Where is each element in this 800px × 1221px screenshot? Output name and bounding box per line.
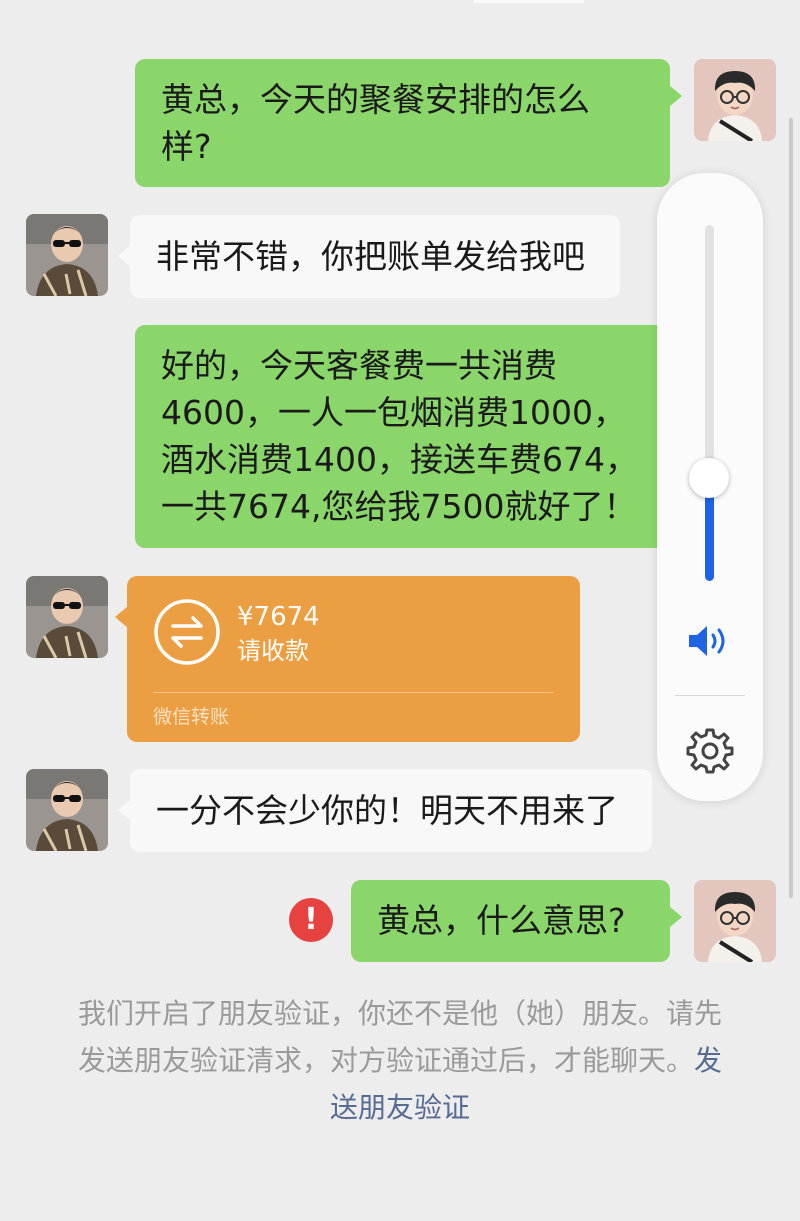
scrollbar[interactable] (789, 118, 793, 898)
friend-avatar[interactable] (26, 576, 108, 658)
system-message-text: 发送朋友验证清求，对方验证通过后，才能聊天。 (77, 1044, 694, 1077)
system-message: 我们开启了朋友验证，你还不是他（她）朋友。请先 发送朋友验证清求，对方验证通过后… (50, 990, 750, 1131)
volume-panel-divider (675, 695, 745, 696)
volume-slider[interactable] (705, 225, 714, 581)
message-bubble-received[interactable]: 非常不错，你把账单发给我吧 (118, 215, 620, 298)
self-avatar[interactable] (694, 59, 776, 141)
message-text-line: 样? (161, 127, 212, 166)
transfer-arrows-icon (153, 598, 221, 666)
transfer-footer: 微信转账 (153, 706, 230, 728)
message-text-line: 非常不错，你把账单发给我吧 (156, 237, 585, 276)
transfer-card[interactable]: ¥7674 请收款 微信转账 (115, 576, 580, 742)
volume-slider-thumb[interactable] (689, 458, 729, 498)
gear-icon[interactable] (686, 726, 734, 774)
transfer-divider (153, 692, 554, 693)
send-verification-link[interactable]: 送朋友验证 (50, 1084, 750, 1131)
transfer-amount: ¥7674 (237, 602, 320, 632)
friend-avatar[interactable] (26, 769, 108, 851)
message-bubble-sent[interactable]: 黄总，今天的聚餐安排的怎么 样? (135, 59, 682, 187)
message-text-line: 一共7674,您给我7500就好了！ (161, 487, 637, 526)
message-text-line: 黄总，今天的聚餐安排的怎么 (161, 80, 590, 119)
send-verification-link[interactable]: 发 (694, 1044, 722, 1077)
top-edge-highlight (474, 0, 584, 3)
friend-avatar[interactable] (26, 214, 108, 296)
system-message-line: 发送朋友验证清求，对方验证通过后，才能聊天。发 (50, 1037, 750, 1084)
system-message-line: 我们开启了朋友验证，你还不是他（她）朋友。请先 (77, 997, 722, 1030)
exclamation-icon[interactable]: ! (289, 898, 333, 942)
volume-panel (657, 173, 763, 801)
speaker-icon[interactable] (687, 623, 733, 659)
message-text-line: 一分不会少你的！明天不用来了 (156, 791, 618, 830)
message-bubble-sent[interactable]: 好的，今天客餐费一共消费 4600，一人一包烟消费1000， 酒水消费1400，… (135, 325, 682, 548)
message-bubble-sent[interactable]: 黄总，什么意思? (351, 880, 682, 962)
message-text-line: 4600，一人一包烟消费1000， (161, 393, 626, 432)
message-text-line: 黄总，什么意思? (377, 901, 626, 940)
transfer-label: 请收款 (237, 637, 309, 665)
message-text-line: 酒水消费1400，接送车费674， (161, 440, 638, 479)
message-bubble-received[interactable]: 一分不会少你的！明天不用来了 (118, 769, 652, 852)
self-avatar[interactable] (694, 880, 776, 962)
message-text-line: 好的，今天客餐费一共消费 (161, 346, 557, 385)
